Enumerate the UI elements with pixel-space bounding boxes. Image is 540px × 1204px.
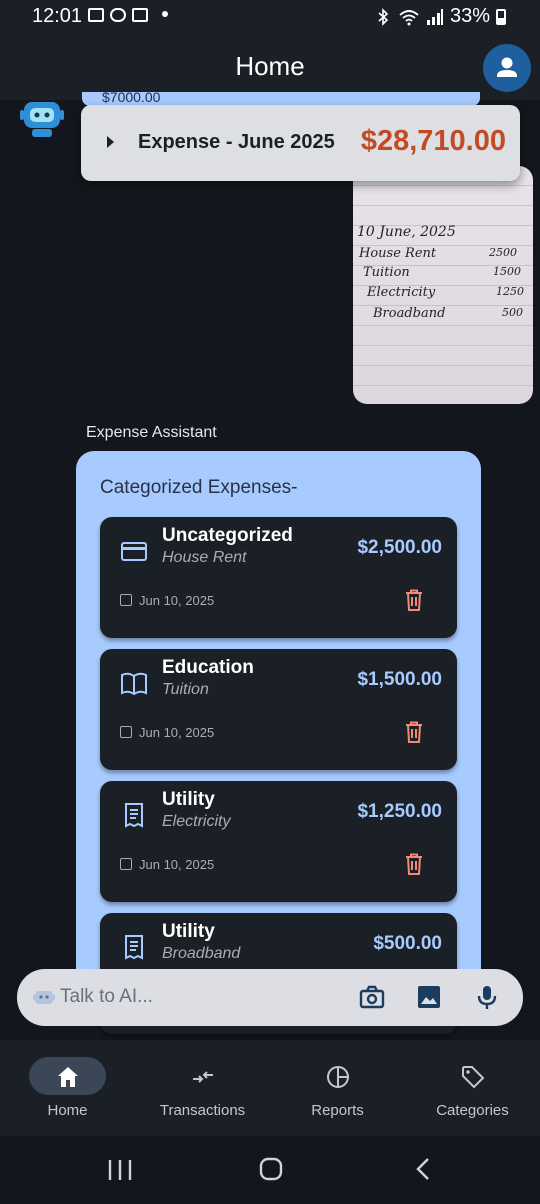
expense-date: Jun 10, 2025 [139,725,215,740]
receipt-value: 2500 [489,246,517,259]
expense-date: Jun 10, 2025 [139,857,215,872]
expense-description: Broadband [162,945,241,962]
expense-description: House Rent [162,549,247,566]
expense-amount: $1,250.00 [357,801,442,822]
expense-card[interactable]: Education Tuition $1,500.00 Jun 10, 2025 [100,649,457,770]
ai-bot-icon [33,991,55,1004]
expense-amount: $1,500.00 [357,669,442,690]
nav-item-categories[interactable]: Categories [405,1040,540,1136]
receipt-value: 1250 [496,285,524,298]
receipt-item: House Rent [359,246,437,261]
panel-heading: Categorized Expenses- [100,477,298,498]
book-icon [121,672,147,696]
wifi-icon [399,9,419,25]
expense-category: Uncategorized [162,525,293,546]
page-title: Home [235,51,305,81]
transactions-icon [193,1071,213,1083]
chat-input-placeholder[interactable]: Talk to AI... [60,986,153,1008]
microphone-icon[interactable] [473,983,501,1011]
back-icon[interactable] [412,1156,434,1182]
profile-button[interactable] [483,44,531,92]
recent-apps-icon[interactable] [106,1158,134,1182]
calendar-notification-icon [132,8,148,22]
assistant-name: Expense Assistant [86,424,217,441]
receipt-item: Broadband [373,306,446,321]
gallery-icon[interactable] [415,983,443,1011]
delete-button[interactable] [405,721,423,743]
expense-amount: $2,500.00 [357,537,442,558]
signal-icon [426,8,443,25]
person-icon [497,57,517,77]
expense-category: Utility [162,921,215,942]
assistant-message-bubble: Categorized Expenses- Uncategorized Hous… [76,451,481,1034]
nav-item-reports[interactable]: Reports [270,1040,405,1136]
expense-total: $28,710.00 [360,125,506,157]
calendar-icon [120,858,132,870]
system-navigation-bar [0,1136,540,1204]
nav-item-transactions[interactable]: Transactions [135,1040,270,1136]
delete-button[interactable] [405,589,423,611]
bluetooth-icon [378,7,389,26]
expense-category: Utility [162,789,215,810]
expense-card[interactable]: Utility Electricity $1,250.00 Jun 10, 20… [100,781,457,902]
receipt-value: 500 [502,306,523,319]
expense-description: Tuition [162,681,209,698]
expense-amount: $500.00 [373,933,442,954]
nav-label: Categories [436,1102,509,1119]
notification-icons [88,8,148,22]
credit-card-icon [121,542,147,561]
chat-input-bar[interactable]: Talk to AI... [17,969,523,1026]
expand-arrow-icon [107,136,114,148]
pie-chart-icon [327,1066,349,1088]
expense-category: Education [162,657,254,678]
cloud-notification-icon [110,8,126,22]
bottom-navigation: Home Transactions Reports Categories [0,1040,540,1136]
nav-label: Home [47,1102,88,1119]
home-system-icon[interactable] [258,1156,284,1182]
receipt-icon [125,935,143,960]
app-bar: Home [0,34,540,100]
receipt-icon [125,803,143,828]
calendar-icon [120,726,132,738]
receipt-photo[interactable]: 10 June, 2025 House Rent 2500 Tuition 15… [353,166,533,404]
expense-summary-banner[interactable]: Expense - June 2025 $28,710.00 [81,105,520,181]
nav-item-home[interactable]: Home [0,1040,135,1136]
assistant-bot-icon [20,102,64,137]
home-icon [58,1067,78,1087]
camera-icon[interactable] [358,983,386,1011]
expense-card[interactable]: Uncategorized House Rent $2,500.00 Jun 1… [100,517,457,638]
previous-message-text: $7000.00 [102,92,161,105]
expense-date: Jun 10, 2025 [139,593,215,608]
delete-button[interactable] [405,853,423,875]
nav-label: Reports [311,1102,364,1119]
previous-message-bubble: $7000.00 [82,92,480,106]
receipt-date: 10 June, 2025 [357,224,456,240]
tag-icon [462,1066,485,1089]
nav-label: Transactions [159,1102,246,1119]
gallery-notification-icon [88,8,104,22]
calendar-icon [120,594,132,606]
status-right: 33% [374,5,506,28]
receipt-item: Electricity [367,285,436,300]
battery-percent: 33% [449,5,490,27]
receipt-item: Tuition [363,265,410,280]
battery-icon [496,8,506,25]
expense-description: Electricity [162,813,231,830]
expense-period-label: Expense - June 2025 [138,131,335,153]
receipt-value: 1500 [493,265,521,278]
status-time: 12:01 [32,5,83,27]
status-bar: 12:01 33% [0,0,540,34]
more-notifications-icon [162,11,168,17]
